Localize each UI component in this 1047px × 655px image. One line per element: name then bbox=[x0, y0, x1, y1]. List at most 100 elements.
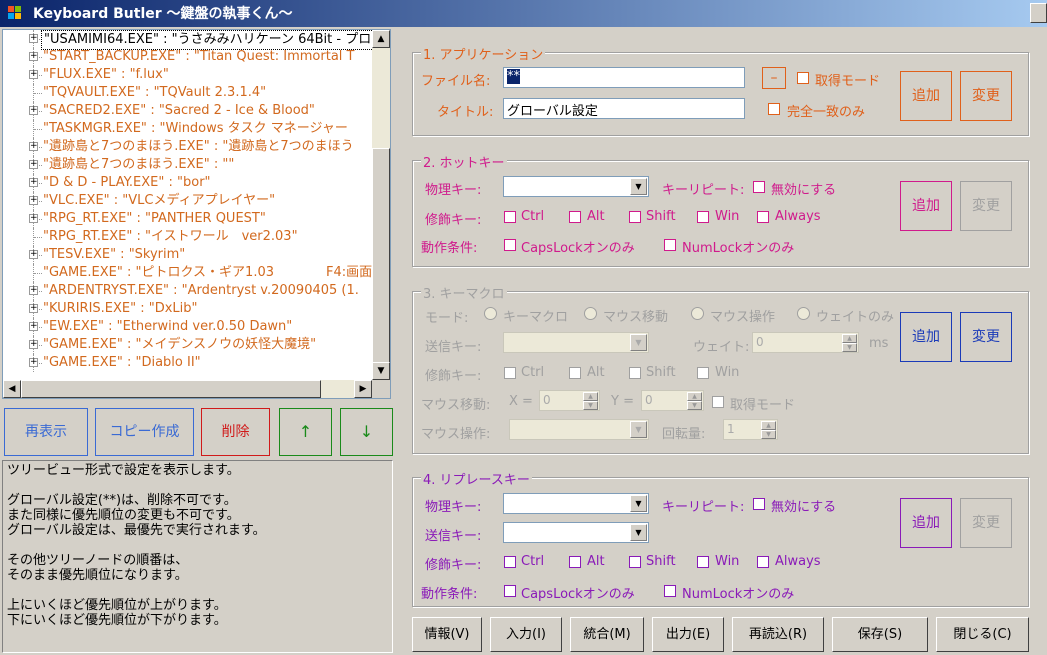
replace-disable-repeat-checkbox[interactable] bbox=[753, 498, 765, 510]
close-window-button[interactable] bbox=[1030, 3, 1047, 23]
move-up-button[interactable]: ↑ bbox=[279, 408, 332, 456]
tree-node[interactable]: + "SACRED2.EXE" : "Sacred 2 - Ice & Blood… bbox=[3, 102, 372, 120]
scroll-up-icon[interactable]: ▲ bbox=[372, 30, 390, 48]
vertical-scrollbar[interactable]: ▲ ▼ bbox=[372, 30, 390, 380]
rotation-spinner[interactable]: 1 ▲ ▼ bbox=[723, 419, 778, 440]
tree-node[interactable]: + "GAME.EXE" : "Diablo II" bbox=[3, 354, 372, 372]
mouse-y-spinner[interactable]: 0 ▲ ▼ bbox=[641, 390, 704, 411]
hotkey-win-checkbox[interactable] bbox=[697, 211, 709, 223]
hotkey-numlock-checkbox[interactable] bbox=[664, 239, 676, 251]
tree-node[interactable]: + "遺跡島と7つのまほう.EXE" : "遺跡島と7つのまほう bbox=[3, 138, 372, 156]
refresh-button[interactable]: 再表示 bbox=[4, 408, 88, 456]
info-button[interactable]: 情報(V) bbox=[412, 617, 482, 652]
replace-send-key-select[interactable]: ▼ bbox=[503, 522, 649, 543]
macro-ctrl-checkbox[interactable] bbox=[504, 367, 516, 379]
capture-mode-checkbox[interactable] bbox=[797, 72, 809, 84]
expand-icon[interactable]: + bbox=[29, 322, 38, 331]
expand-icon[interactable]: + bbox=[29, 286, 38, 295]
macro-alt-checkbox[interactable] bbox=[569, 367, 581, 379]
dash-button[interactable]: – bbox=[762, 67, 786, 89]
spin-down-icon[interactable]: ▼ bbox=[761, 430, 776, 439]
spin-up-icon[interactable]: ▲ bbox=[687, 392, 702, 401]
replace-always-checkbox[interactable] bbox=[757, 556, 769, 568]
mode-mouse-op-radio[interactable] bbox=[691, 307, 704, 320]
tree-node[interactable]: + "GAME.EXE" : "メイデンスノウの妖怪大魔境" bbox=[3, 336, 372, 354]
import-button[interactable]: 入力(I) bbox=[490, 617, 562, 652]
expand-icon[interactable]: + bbox=[29, 340, 38, 349]
tree-node[interactable]: "TASKMGR.EXE" : "Windows タスク マネージャー bbox=[3, 120, 372, 138]
spin-down-icon[interactable]: ▼ bbox=[842, 343, 857, 352]
replace-shift-checkbox[interactable] bbox=[629, 556, 641, 568]
mouse-op-select[interactable]: ▼ bbox=[509, 419, 649, 440]
tree-node[interactable]: + "D & D - PLAY.EXE" : "bor" bbox=[3, 174, 372, 192]
tree-node[interactable]: "GAME.EXE" : "ピトロクス・ギア1.03 F4:画面 bbox=[3, 264, 372, 282]
expand-icon[interactable]: + bbox=[29, 34, 38, 43]
copy-button[interactable]: コピー作成 bbox=[95, 408, 194, 456]
app-add-button[interactable]: 追加 bbox=[900, 71, 952, 121]
tree-node[interactable]: + "VLC.EXE" : "VLCメディアプレイヤー" bbox=[3, 192, 372, 210]
tree-node[interactable]: + "USAMIMI64.EXE" : "うさみみハリケーン 64Bit - プロ… bbox=[3, 30, 372, 50]
hotkey-shift-checkbox[interactable] bbox=[629, 211, 641, 223]
settings-tree[interactable]: + "USAMIMI64.EXE" : "うさみみハリケーン 64Bit - プロ… bbox=[2, 29, 391, 399]
title-input[interactable]: グローバル設定 bbox=[503, 98, 745, 119]
hotkey-alt-checkbox[interactable] bbox=[569, 211, 581, 223]
hotkey-ctrl-checkbox[interactable] bbox=[504, 211, 516, 223]
move-down-button[interactable]: ↓ bbox=[340, 408, 393, 456]
merge-button[interactable]: 統合(M) bbox=[570, 617, 644, 652]
expand-icon[interactable]: + bbox=[29, 304, 38, 313]
hotkey-always-checkbox[interactable] bbox=[757, 211, 769, 223]
hotkey-add-button[interactable]: 追加 bbox=[900, 181, 952, 231]
hotkey-change-button[interactable]: 変更 bbox=[960, 181, 1012, 231]
hotkey-disable-repeat-checkbox[interactable] bbox=[753, 181, 765, 193]
horizontal-scroll-thumb[interactable] bbox=[21, 380, 321, 398]
tree-node[interactable]: + "START_BACKUP.EXE" : "Titan Quest: Immo… bbox=[3, 48, 372, 66]
mouse-x-spinner[interactable]: 0 ▲ ▼ bbox=[539, 390, 600, 411]
file-name-input[interactable]: ** bbox=[503, 67, 745, 88]
reload-button[interactable]: 再読込(R) bbox=[732, 617, 824, 652]
spin-up-icon[interactable]: ▲ bbox=[842, 334, 857, 343]
expand-icon[interactable]: + bbox=[29, 106, 38, 115]
replace-capslock-checkbox[interactable] bbox=[504, 585, 516, 597]
macro-win-checkbox[interactable] bbox=[697, 367, 709, 379]
vertical-scroll-thumb[interactable] bbox=[372, 148, 390, 380]
scroll-left-icon[interactable]: ◀ bbox=[3, 380, 21, 398]
app-change-button[interactable]: 変更 bbox=[960, 71, 1012, 121]
macro-add-button[interactable]: 追加 bbox=[900, 312, 952, 362]
macro-capture-mode-checkbox[interactable] bbox=[712, 396, 724, 408]
tree-node[interactable]: + "FLUX.EXE" : "f.lux" bbox=[3, 66, 372, 84]
delete-button[interactable]: 削除 bbox=[201, 408, 270, 456]
hotkey-capslock-checkbox[interactable] bbox=[504, 239, 516, 251]
tree-node[interactable]: "RPG_RT.EXE" : "イストワール ver2.03" bbox=[3, 228, 372, 246]
mode-wait-only-radio[interactable] bbox=[797, 307, 810, 320]
expand-icon[interactable]: + bbox=[29, 142, 38, 151]
exact-match-checkbox[interactable] bbox=[768, 103, 780, 115]
close-button[interactable]: 閉じる(C) bbox=[936, 617, 1029, 652]
macro-send-key-select[interactable]: ▼ bbox=[503, 332, 649, 353]
spin-down-icon[interactable]: ▼ bbox=[583, 401, 598, 410]
tree-node[interactable]: + "RPG_RT.EXE" : "PANTHER QUEST" bbox=[3, 210, 372, 228]
tree-node[interactable]: + "ARDENTRYST.EXE" : "Ardentryst v.200904… bbox=[3, 282, 372, 300]
replace-change-button[interactable]: 変更 bbox=[960, 498, 1012, 548]
export-button[interactable]: 出力(E) bbox=[652, 617, 724, 652]
tree-node[interactable]: + "TESV.EXE" : "Skyrim" bbox=[3, 246, 372, 264]
mode-keymacro-radio[interactable] bbox=[484, 307, 497, 320]
replace-numlock-checkbox[interactable] bbox=[664, 585, 676, 597]
spin-up-icon[interactable]: ▲ bbox=[583, 392, 598, 401]
expand-icon[interactable]: + bbox=[29, 178, 38, 187]
replace-physical-key-select[interactable]: ▼ bbox=[503, 493, 649, 514]
save-button[interactable]: 保存(S) bbox=[832, 617, 928, 652]
mode-mouse-move-radio[interactable] bbox=[584, 307, 597, 320]
replace-ctrl-checkbox[interactable] bbox=[504, 556, 516, 568]
tree-node[interactable]: + "遺跡島と7つのまほう.EXE" : "" bbox=[3, 156, 372, 174]
expand-icon[interactable]: + bbox=[29, 52, 38, 61]
replace-win-checkbox[interactable] bbox=[697, 556, 709, 568]
horizontal-scrollbar[interactable]: ◀ ▶ bbox=[3, 380, 372, 398]
expand-icon[interactable]: + bbox=[29, 214, 38, 223]
spin-down-icon[interactable]: ▼ bbox=[687, 401, 702, 410]
expand-icon[interactable]: + bbox=[29, 358, 38, 367]
scroll-right-icon[interactable]: ▶ bbox=[354, 380, 372, 398]
tree-node[interactable]: + "KURIRIS.EXE" : "DxLib" bbox=[3, 300, 372, 318]
tree-node[interactable]: + "EW.EXE" : "Etherwind ver.0.50 Dawn" bbox=[3, 318, 372, 336]
expand-icon[interactable]: + bbox=[29, 160, 38, 169]
macro-change-button[interactable]: 変更 bbox=[960, 312, 1012, 362]
